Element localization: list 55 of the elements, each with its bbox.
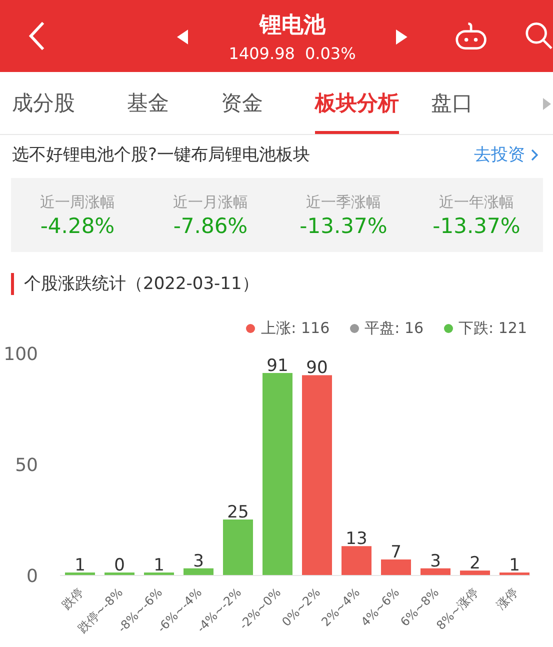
tab[interactable]: 板块分析 [315, 72, 399, 134]
bar-value: 91 [266, 356, 288, 376]
bar [342, 546, 372, 575]
stat-value: -13.37% [300, 214, 388, 238]
tab[interactable]: 盘口 [431, 72, 473, 134]
stat-value: -4.28% [40, 214, 115, 238]
stat-label: 近一月涨幅 [173, 192, 248, 212]
bar-value: 1 [74, 556, 86, 576]
legend-label: 下跌: 121 [458, 319, 527, 338]
index-price: 1409.98 [228, 44, 295, 62]
bar-value: 13 [346, 529, 368, 550]
stat-label: 近一季涨幅 [306, 192, 381, 212]
bar [65, 572, 95, 575]
bar-value: 25 [227, 502, 249, 522]
legend-label: 上涨: 116 [261, 319, 330, 338]
section-marker [11, 272, 14, 294]
bar-value: 3 [430, 551, 441, 572]
previous-icon[interactable] [177, 29, 188, 45]
bar-value: 1 [154, 556, 164, 576]
legend-label: 平盘: 16 [364, 319, 424, 338]
bar [500, 572, 530, 575]
chevron-icon[interactable] [531, 148, 539, 160]
bar-value: 3 [193, 551, 204, 572]
stat-value: -13.37% [432, 214, 520, 238]
x-axis-label: 跌停 [59, 585, 86, 612]
bar-value: 0 [114, 556, 125, 576]
bar-value: 1 [509, 556, 520, 576]
next-icon[interactable] [396, 29, 408, 45]
tab[interactable]: 资金 [221, 72, 263, 134]
section-title: 个股涨跌统计（2022-03-11） [24, 273, 259, 295]
bar [144, 572, 174, 575]
bar [381, 559, 411, 575]
page-title: 锂电池 [259, 12, 326, 40]
tab[interactable]: 成分股 [12, 72, 75, 134]
bar-value: 90 [306, 358, 328, 378]
promo-text: 选不好锂电池个股?一键布局锂电池板块 [12, 144, 310, 166]
bar [460, 570, 490, 575]
back-icon[interactable] [28, 20, 45, 52]
bar [104, 572, 134, 575]
x-axis-label: 涨停 [494, 585, 521, 612]
y-tick-label: 0 [26, 566, 38, 587]
bar [420, 568, 450, 575]
stat-label: 近一周涨幅 [40, 192, 115, 212]
stat-value: -7.86% [173, 214, 248, 238]
y-tick-label: 50 [15, 455, 38, 476]
index-change: 0.03% [304, 44, 356, 62]
robot-icon[interactable] [454, 21, 487, 51]
tab[interactable]: 基金 [127, 72, 169, 134]
bar-value: 2 [470, 554, 480, 574]
bar [223, 520, 253, 575]
y-tick-label: 100 [4, 344, 38, 365]
bar-value: 7 [390, 542, 402, 562]
bar [184, 568, 214, 575]
search-icon[interactable] [524, 21, 553, 51]
stat-label: 近一年涨幅 [439, 192, 514, 212]
